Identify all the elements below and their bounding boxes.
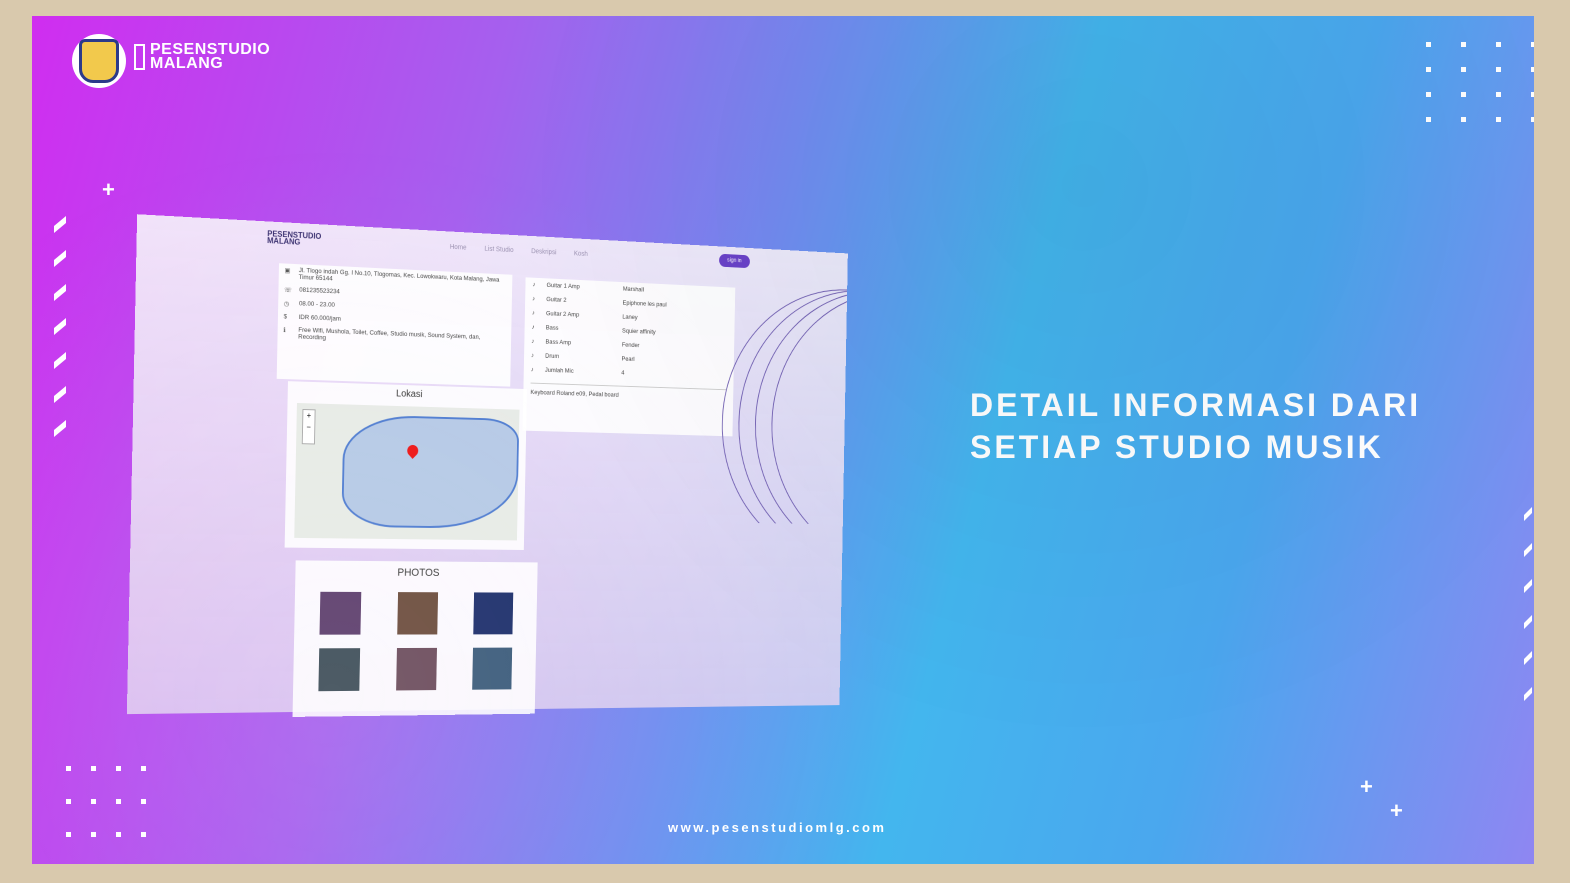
brand-logo: PESENSTUDIO MALANG	[134, 41, 271, 72]
campus-logo-icon	[72, 34, 126, 88]
equipment-extra: Keyboard Roland e09, Pedal board	[530, 382, 727, 403]
instrument-icon: ♪	[530, 366, 534, 374]
screenshot-nav-links: Home List Studio Deskripsi Kosh	[450, 243, 588, 257]
location-map: + −	[294, 402, 520, 541]
website-url: www.pesenstudiomlg.com	[668, 820, 887, 835]
instrument-icon: ♪	[531, 323, 535, 331]
brand-line-1: PESENSTUDIO	[150, 41, 271, 58]
screenshot-logo: PESENSTUDIO MALANG	[267, 229, 322, 247]
poster-frame: PESENSTUDIO MALANG + + + PESENSTUDIO MAL…	[0, 0, 1570, 883]
instrument-icon: ♪	[532, 281, 536, 289]
equipment-value: Laney	[622, 313, 638, 322]
headline-line-1: DETAIL INFORMASI DARI	[970, 387, 1422, 423]
equipment-name: Guitar 2	[546, 296, 567, 304]
instrument-icon: ♪	[531, 338, 535, 345]
nav-link-home: Home	[449, 243, 467, 252]
location-title: Lokasi	[395, 388, 423, 401]
info-icon: ℹ	[283, 327, 286, 335]
plus-icon: +	[1360, 774, 1373, 799]
instrument-icon: ♪	[531, 352, 535, 360]
phone-icon: ☏	[284, 286, 292, 295]
nav-link-list-studio: List Studio	[484, 245, 514, 254]
studio-hours: 08.00 - 23.00	[298, 300, 335, 309]
photo-thumbnail	[319, 591, 362, 635]
equipment-row: ♪ Bass Squier affinity	[524, 320, 734, 343]
equipment-value: Squier affinity	[622, 327, 656, 336]
photo-thumbnail	[472, 647, 513, 690]
equipment-card: ♪ Guitar 1 Amp Marshall ♪ Guitar 2 Epiphone l…	[522, 277, 736, 437]
decor-dots-top-right	[1426, 42, 1534, 122]
clock-icon: ◷	[283, 300, 290, 308]
equipment-name: Guitar 2 Amp	[545, 310, 580, 319]
equipment-name: Guitar 1 Amp	[546, 282, 580, 291]
equipment-value: Pearl	[621, 355, 635, 363]
equipment-name: Drum	[545, 352, 560, 361]
signin-button: sign in	[718, 253, 750, 269]
studio-facilities: Free Wifi, Mushola, Toilet, Coffee, Stud…	[298, 326, 481, 342]
equipment-value: Marshall	[622, 285, 644, 294]
equipment-name: Bass Amp	[545, 338, 572, 347]
dollar-icon: $	[283, 313, 288, 321]
screenshot-navbar: PESENSTUDIO MALANG Home List Studio Desk…	[136, 214, 847, 282]
nav-link-deskripsi: Deskripsi	[531, 247, 557, 256]
photo-grid	[293, 584, 537, 692]
map-pin-icon	[404, 442, 421, 459]
equipment-value: 4	[621, 369, 625, 377]
equipment-name: Bass	[545, 324, 559, 332]
headline: DETAIL INFORMASI DARI SETIAP STUDIO MUSI…	[970, 384, 1421, 468]
brand-line-2: MALANG	[150, 55, 224, 72]
equipment-row: ♪ Guitar 2 Amp Laney	[525, 306, 735, 329]
photo-thumbnail	[318, 648, 361, 692]
headline-line-2: SETIAP STUDIO MUSIK	[970, 429, 1384, 465]
photos-card: PHOTOS	[292, 560, 538, 717]
studio-info-card: ▣ Jl. Tlogo indah Gg. I No.10, Tlogomas, …	[276, 263, 513, 387]
map-zoom-controls: + −	[301, 409, 316, 445]
decor-dots-bottom-left	[66, 766, 146, 837]
studio-phone: 081235523234	[299, 286, 340, 296]
decor-stripes-left	[54, 215, 68, 459]
instrument-icon: ♪	[532, 295, 536, 303]
equipment-row: ♪ Bass Amp Fender	[524, 334, 734, 356]
photo-thumbnail	[473, 592, 514, 635]
location-card: Lokasi + −	[284, 381, 527, 550]
map-region	[341, 414, 520, 530]
photo-thumbnail	[396, 647, 437, 691]
map-icon: ▣	[284, 267, 291, 275]
website-screenshot: PESENSTUDIO MALANG Home List Studio Desk…	[126, 214, 848, 717]
equipment-row: ♪ Jumlah Mic 4	[524, 362, 734, 384]
studio-address: Jl. Tlogo indah Gg. I No.10, Tlogomas, K…	[298, 267, 500, 284]
equipment-name: Jumlah Mic	[544, 367, 574, 375]
studio-price: IDR 60.000/jam	[298, 314, 341, 323]
plus-icon: +	[1390, 798, 1403, 823]
equipment-value: Epiphone les paul	[622, 299, 667, 309]
equipment-row: ♪ Guitar 1 Amp Marshall	[525, 277, 735, 301]
decor-arcs	[712, 283, 848, 525]
equipment-row: ♪ Drum Pearl	[524, 348, 734, 370]
photo-thumbnail	[397, 592, 439, 635]
decor-stripes-right	[1524, 507, 1534, 727]
poster-background: PESENSTUDIO MALANG + + + PESENSTUDIO MAL…	[32, 16, 1534, 864]
photos-title: PHOTOS	[397, 567, 440, 579]
instrument-icon: ♪	[531, 309, 535, 317]
equipment-value: Fender	[621, 341, 640, 350]
nav-link-kosh: Kosh	[573, 250, 588, 258]
equipment-row: ♪ Guitar 2 Epiphone les paul	[525, 292, 735, 316]
plus-icon: +	[102, 177, 115, 202]
